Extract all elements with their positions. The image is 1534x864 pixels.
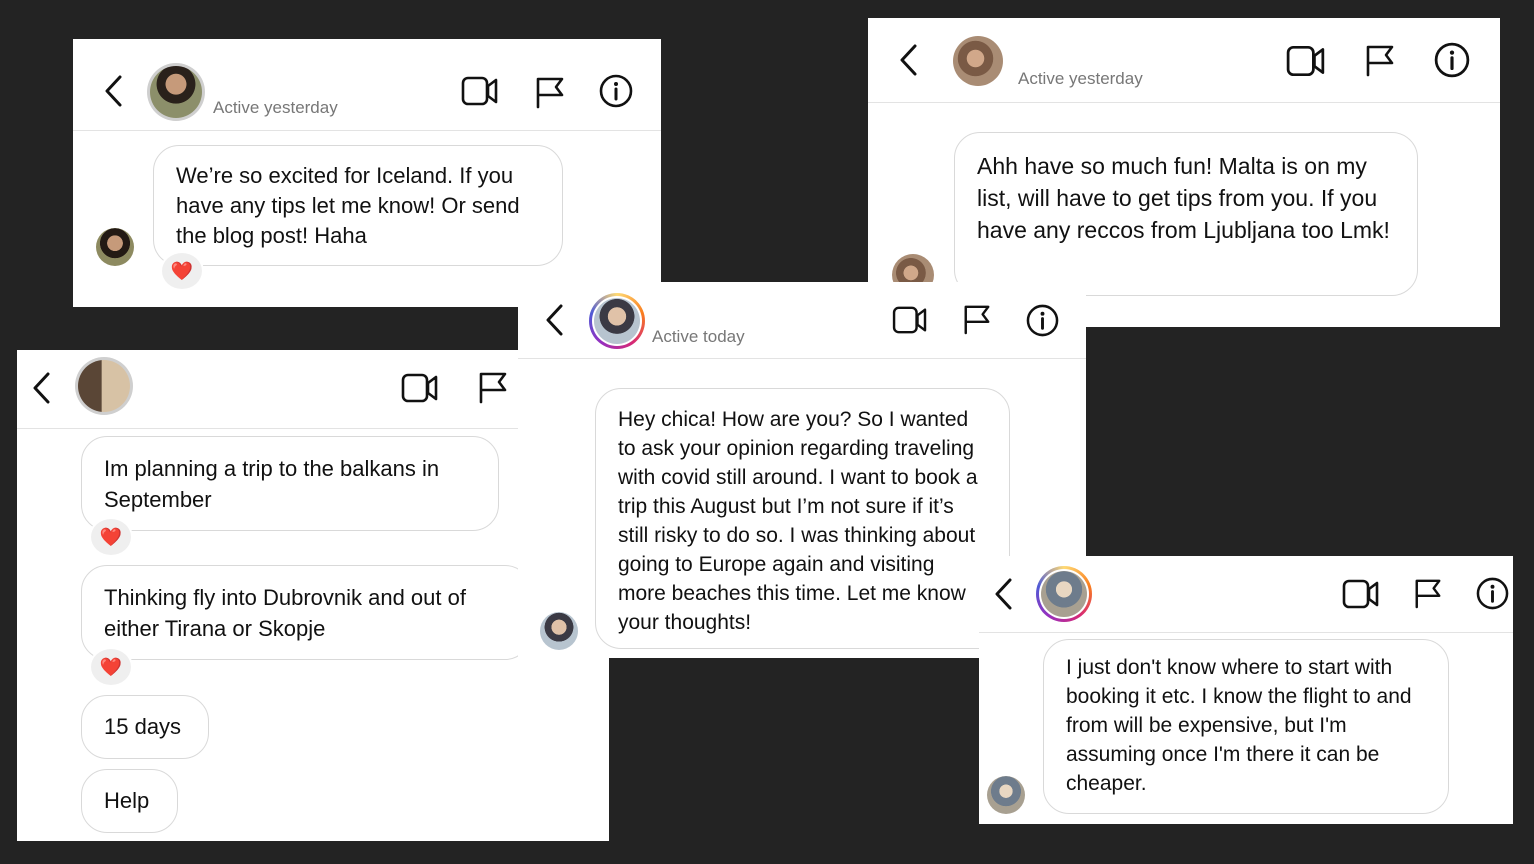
- report-flag-icon[interactable]: [477, 370, 509, 404]
- avatar[interactable]: [589, 293, 645, 349]
- sender-avatar: [540, 612, 578, 650]
- video-call-icon[interactable]: [892, 305, 928, 335]
- message-bubble[interactable]: We’re so excited for Iceland. If you hav…: [153, 145, 563, 266]
- chat-card-malta: Active yesterday Ahh have so much fun! M…: [868, 18, 1500, 327]
- message-bubble[interactable]: Hey chica! How are you? So I wanted to a…: [595, 388, 1010, 649]
- chat-header: [979, 556, 1513, 633]
- message-bubble[interactable]: Im planning a trip to the balkans in Sep…: [81, 436, 499, 531]
- video-call-icon[interactable]: [1286, 44, 1326, 78]
- heart-icon[interactable]: ❤️: [160, 251, 204, 291]
- info-icon[interactable]: [1026, 304, 1059, 337]
- chat-card-booking: I just don't know where to start with bo…: [979, 556, 1513, 824]
- message-bubble[interactable]: Thinking fly into Dubrovnik and out of e…: [81, 565, 531, 660]
- avatar[interactable]: [953, 36, 1003, 86]
- back-chevron-icon[interactable]: [896, 40, 922, 80]
- report-flag-icon[interactable]: [1364, 43, 1396, 77]
- active-status: Active yesterday: [213, 98, 338, 117]
- info-icon[interactable]: [1434, 42, 1470, 78]
- active-status: Active today: [652, 327, 745, 346]
- report-flag-icon[interactable]: [962, 303, 992, 335]
- heart-icon[interactable]: ❤️: [89, 517, 133, 557]
- back-chevron-icon[interactable]: [542, 300, 568, 340]
- report-flag-icon[interactable]: [534, 75, 566, 109]
- heart-icon[interactable]: ❤️: [89, 647, 133, 687]
- chat-header: Active yesterday: [868, 18, 1500, 103]
- avatar[interactable]: [75, 357, 133, 415]
- video-call-icon[interactable]: [461, 75, 499, 107]
- back-chevron-icon[interactable]: [101, 71, 127, 111]
- message-bubble[interactable]: Ahh have so much fun! Malta is on my lis…: [954, 132, 1418, 296]
- video-call-icon[interactable]: [401, 372, 439, 404]
- video-call-icon[interactable]: [1342, 578, 1380, 610]
- chat-card-iceland: Active yesterday We’re so excited for Ic…: [73, 39, 661, 307]
- sender-avatar: [987, 776, 1025, 814]
- back-chevron-icon[interactable]: [29, 368, 55, 408]
- avatar[interactable]: [147, 63, 205, 121]
- sender-avatar: [96, 228, 134, 266]
- chat-header: Active today: [518, 282, 1086, 359]
- message-bubble[interactable]: Help: [81, 769, 178, 833]
- info-icon[interactable]: [599, 74, 633, 108]
- info-icon[interactable]: [1476, 577, 1509, 610]
- chat-header: Active yesterday: [73, 39, 661, 131]
- report-flag-icon[interactable]: [1413, 577, 1443, 609]
- message-bubble[interactable]: 15 days: [81, 695, 209, 759]
- active-status: Active yesterday: [1018, 69, 1143, 88]
- message-bubble[interactable]: I just don't know where to start with bo…: [1043, 639, 1449, 814]
- avatar[interactable]: [1036, 566, 1092, 622]
- back-chevron-icon[interactable]: [991, 574, 1017, 614]
